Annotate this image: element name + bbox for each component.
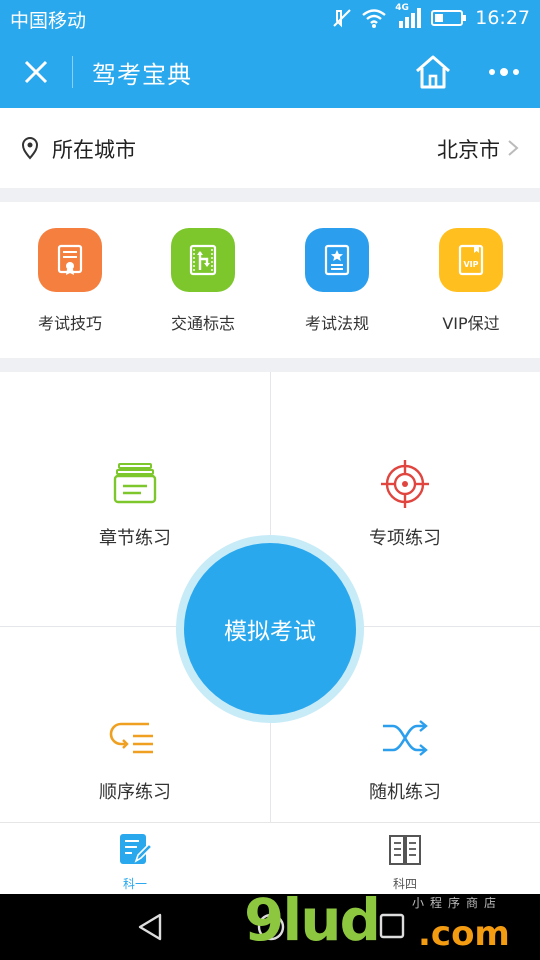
carrier-name: 中国移动 <box>10 10 87 32</box>
svg-text:VIP: VIP <box>463 260 478 269</box>
watermark: 9lud 小程序商店 .com <box>240 884 540 960</box>
vip-icon: VIP <box>439 228 503 292</box>
city-value: 北京市 <box>437 138 500 162</box>
quick-link-label: 交通标志 <box>170 314 235 333</box>
city-label: 所在城市 <box>52 138 136 162</box>
sequence-list-icon <box>109 722 153 754</box>
chapter-stack-icon <box>113 463 157 504</box>
back-icon[interactable] <box>136 912 164 942</box>
city-selector[interactable]: 所在城市 北京市 <box>0 108 540 188</box>
mute-icon <box>333 9 351 28</box>
app-bar-divider <box>72 56 73 88</box>
battery-icon <box>431 10 467 26</box>
quick-link-label: VIP保过 <box>442 314 500 333</box>
watermark-sub: 小程序商店 <box>412 896 503 910</box>
quick-link-traffic-signs[interactable]: 交通标志 <box>138 228 268 334</box>
book-icon <box>389 835 421 865</box>
tab-subject-four[interactable]: 科四 <box>355 831 455 892</box>
quick-link-exam-rules[interactable]: 考试法规 <box>272 228 402 334</box>
sequential-practice-label: 顺序练习 <box>99 782 171 803</box>
chapter-practice-button[interactable]: 章节练习 <box>0 458 270 550</box>
rulebook-icon <box>305 228 369 292</box>
signal-icon: 4G <box>395 3 423 30</box>
traffic-sign-icon <box>171 228 235 292</box>
location-pin-icon <box>21 137 39 160</box>
page-title: 驾考宝典 <box>92 61 192 89</box>
shuffle-icon <box>383 720 428 756</box>
mock-exam-button[interactable]: 模拟考试 <box>184 543 356 715</box>
quick-links: 考试技巧 交通标志 考试法规 VIP VIP保过 <box>0 202 540 358</box>
more-icon[interactable] <box>486 62 522 82</box>
tab-subject-one[interactable]: 科一 <box>85 831 185 892</box>
random-practice-label: 随机练习 <box>369 782 441 803</box>
home-icon[interactable] <box>413 52 453 92</box>
sequential-practice-button[interactable]: 顺序练习 <box>0 712 270 804</box>
tab-label: 科一 <box>122 877 147 891</box>
random-practice-button[interactable]: 随机练习 <box>270 712 540 804</box>
pencil-note-icon <box>120 834 154 864</box>
quick-link-label: 考试技巧 <box>37 314 102 333</box>
certificate-icon <box>38 228 102 292</box>
quick-link-vip[interactable]: VIP VIP保过 <box>406 228 536 334</box>
watermark-domain: .com <box>418 914 510 954</box>
wifi-icon <box>362 9 386 28</box>
chevron-right-icon <box>508 140 519 156</box>
quick-link-exam-tips[interactable]: 考试技巧 <box>5 228 135 334</box>
mock-exam-label: 模拟考试 <box>224 619 316 645</box>
status-bar: 中国移动 4G 16:27 <box>0 0 540 36</box>
quick-link-label: 考试法规 <box>304 314 369 333</box>
special-practice-button[interactable]: 专项练习 <box>270 458 540 550</box>
app-bar: 驾考宝典 <box>0 36 540 108</box>
close-icon[interactable] <box>18 54 54 90</box>
watermark-main: 9lud <box>244 886 381 954</box>
clock: 16:27 <box>475 7 530 29</box>
target-icon <box>381 460 429 508</box>
